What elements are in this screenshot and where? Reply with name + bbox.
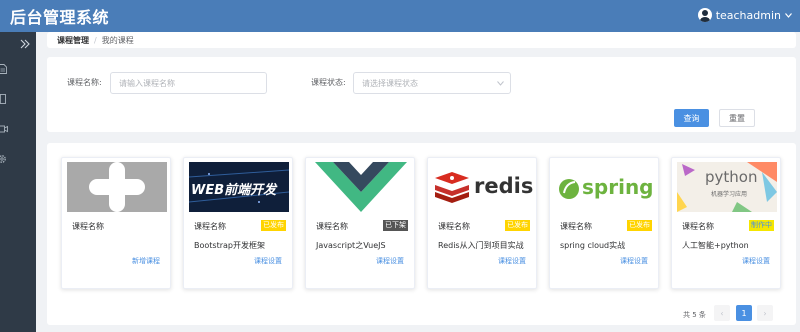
breadcrumb-root[interactable]: 课程管理 (57, 35, 89, 46)
avatar-icon (697, 8, 712, 22)
add-course-icon[interactable] (67, 162, 167, 212)
chevron-down-icon (497, 79, 504, 88)
next-page-button[interactable]: › (757, 305, 773, 321)
course-list-panel: 课程名称 新增课程 WEB前端开发 课程名称 已发布 Bootstrap开发框架… (47, 143, 796, 325)
video-icon[interactable] (0, 114, 20, 144)
course-name-label: 课程名称: (67, 78, 102, 87)
settings-icon[interactable] (0, 144, 20, 174)
pagination-total: 共 5 条 (683, 311, 706, 319)
course-status-label: 课程状态: (311, 78, 346, 87)
reset-button[interactable]: 重置 (719, 109, 755, 127)
course-status-placeholder: 请选择课程状态 (362, 78, 418, 88)
course-name-input[interactable]: 请输入课程名称 (110, 72, 267, 94)
status-badge: 已下架 (383, 220, 408, 231)
breadcrumb-current: 我的课程 (101, 35, 134, 45)
status-badge: 已发布 (627, 220, 652, 231)
course-card-label: 课程名称 (682, 222, 714, 231)
thumbnail-text: WEB前端开发 (191, 183, 277, 198)
course-settings-link[interactable]: 课程设置 (254, 256, 282, 266)
spring-logo-icon: spring (555, 162, 655, 212)
book-icon[interactable] (0, 84, 20, 114)
course-card[interactable]: WEB前端开发 课程名称 已发布 Bootstrap开发框架 课程设置 (183, 157, 293, 289)
course-card[interactable]: spring 课程名称 已发布 spring cloud实战 课程设置 (549, 157, 659, 289)
course-name-placeholder: 请输入课程名称 (119, 78, 175, 88)
course-card-label: 课程名称 (72, 222, 104, 231)
status-badge: 已发布 (505, 220, 530, 231)
course-name: Javascript之VueJS (316, 241, 386, 250)
prev-page-button[interactable]: ‹ (714, 305, 730, 321)
course-settings-link[interactable]: 课程设置 (742, 256, 770, 266)
user-menu[interactable]: teachadmin (697, 8, 792, 22)
app-title: 后台管理系统 (10, 8, 110, 27)
thumbnail-subtext: 机器学习应用 (711, 191, 748, 198)
page-1-button[interactable]: 1 (736, 305, 752, 321)
top-bar: 后台管理系统 teachadmin (0, 0, 800, 32)
chevron-down-icon (785, 11, 792, 20)
status-badge: 制作中 (749, 220, 774, 231)
course-thumbnail: WEB前端开发 (189, 162, 289, 212)
redis-logo-icon: redis (433, 162, 533, 212)
course-name: Redis从入门到项目实战 (438, 241, 524, 250)
course-card-label: 课程名称 (194, 222, 226, 231)
search-button[interactable]: 查询 (674, 109, 709, 127)
vue-logo-icon (311, 162, 411, 212)
breadcrumb: 课程管理 / 我的课程 (47, 32, 796, 48)
thumbnail-text: spring (582, 175, 654, 199)
breadcrumb-separator: / (94, 35, 97, 45)
search-panel: 课程名称: 请输入课程名称 课程状态: 请选择课程状态 查询 重置 (47, 57, 796, 132)
course-name: Bootstrap开发框架 (194, 241, 265, 250)
sidebar (0, 32, 36, 332)
status-badge: 已发布 (261, 220, 286, 231)
course-name: 人工智能+python (682, 241, 749, 250)
course-card[interactable]: redis 课程名称 已发布 Redis从入门到项目实战 课程设置 (427, 157, 537, 289)
course-thumbnail: python 机器学习应用 (677, 162, 777, 212)
add-course-link[interactable]: 新增课程 (132, 256, 160, 266)
course-settings-link[interactable]: 课程设置 (376, 256, 404, 266)
username: teachadmin (715, 8, 781, 22)
thumbnail-text: python (705, 168, 758, 186)
document-icon[interactable] (0, 54, 20, 84)
course-status-select[interactable]: 请选择课程状态 (353, 72, 511, 94)
course-card-label: 课程名称 (560, 222, 592, 231)
course-name: spring cloud实战 (560, 241, 626, 250)
expand-icon[interactable] (0, 34, 36, 54)
course-card-label: 课程名称 (438, 222, 470, 231)
course-card[interactable]: 课程名称 已下架 Javascript之VueJS 课程设置 (305, 157, 415, 289)
course-settings-link[interactable]: 课程设置 (620, 256, 648, 266)
course-card[interactable]: python 机器学习应用 课程名称 制作中 人工智能+python 课程设置 (671, 157, 781, 289)
course-card-add[interactable]: 课程名称 新增课程 (61, 157, 171, 289)
course-settings-link[interactable]: 课程设置 (498, 256, 526, 266)
course-card-label: 课程名称 (316, 222, 348, 231)
thumbnail-text: redis (474, 174, 533, 198)
